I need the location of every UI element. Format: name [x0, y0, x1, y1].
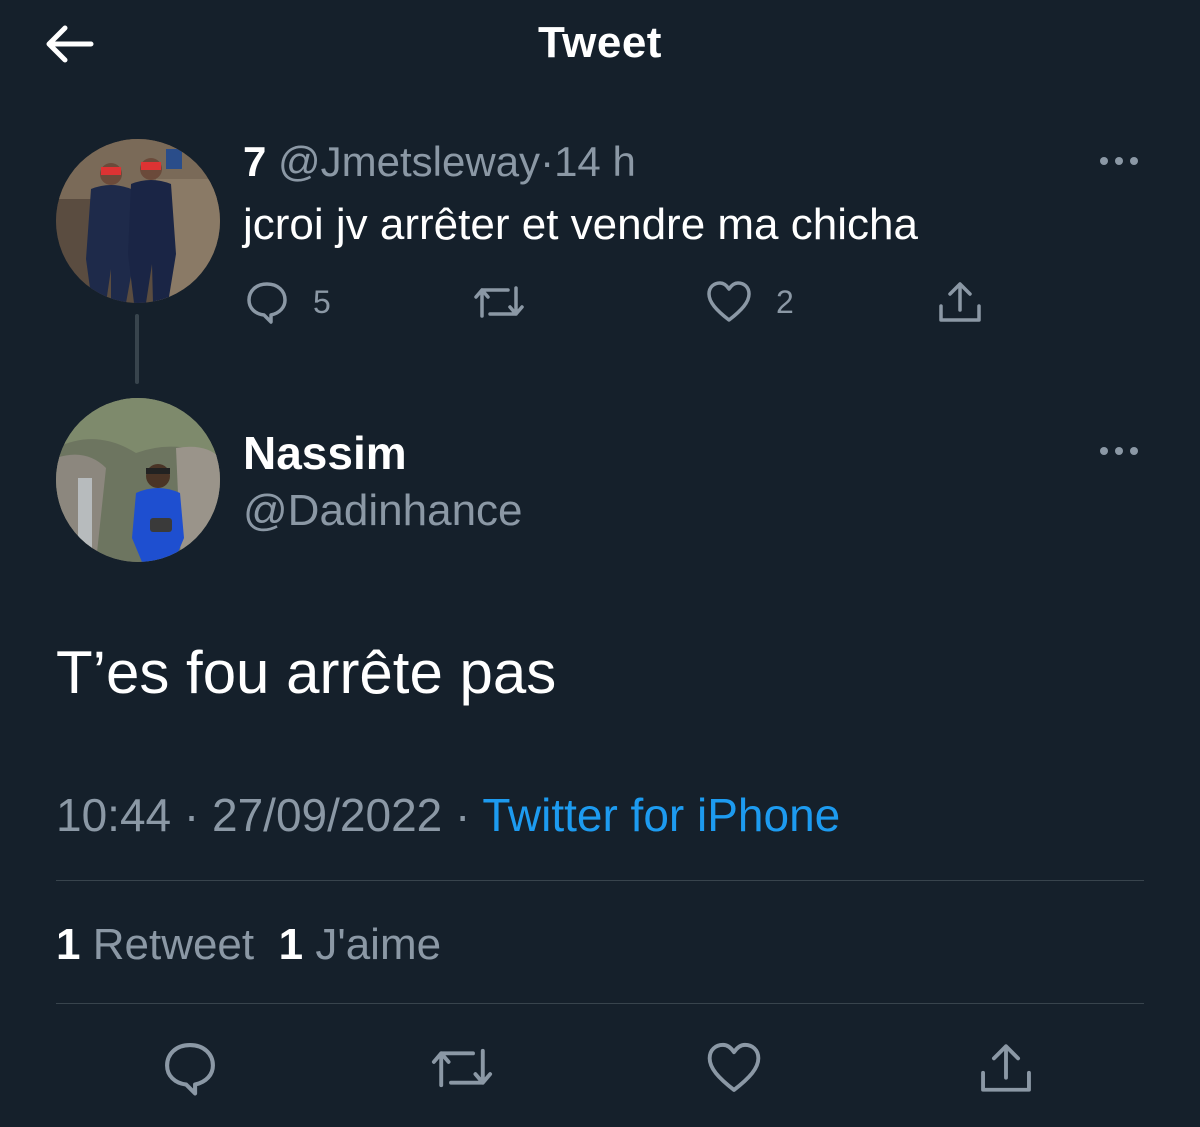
likes-count: 1: [278, 920, 304, 969]
divider: [56, 880, 1144, 881]
share-upload-icon: [981, 1044, 1031, 1092]
retweet-button[interactable]: [427, 1033, 497, 1103]
reply-display-name[interactable]: Nassim: [243, 426, 407, 480]
parent-separator: ·: [540, 138, 555, 185]
parent-retweet-button[interactable]: [472, 280, 526, 324]
engagement-stats: 1 Retweet 1 J'aime: [56, 920, 441, 970]
parent-reply-button[interactable]: 5: [245, 280, 331, 324]
retweets-count: 1: [56, 920, 81, 969]
tweet-time: 10:44: [56, 789, 172, 841]
reply-tweet-text: T’es fou arrête pas: [56, 639, 557, 706]
reply-button[interactable]: [155, 1033, 225, 1103]
meta-separator: ·: [455, 789, 471, 841]
like-button[interactable]: [699, 1033, 769, 1103]
share-button[interactable]: [971, 1033, 1041, 1103]
tweet-meta-line: 10:44 · 27/09/2022 · Twitter for iPhone: [56, 788, 840, 842]
parent-like-count: 2: [776, 283, 794, 320]
thread-connector-line: [135, 314, 139, 384]
avatar-image: [56, 139, 220, 303]
parent-display-name[interactable]: 7: [243, 138, 266, 185]
more-horizontal-icon: [1100, 157, 1138, 165]
speech-bubble-icon: [247, 282, 287, 324]
parent-like-button[interactable]: 2: [706, 280, 794, 324]
parent-handle[interactable]: @Jmetsleway: [278, 138, 540, 185]
parent-more-button[interactable]: [1095, 146, 1143, 176]
tweet-date: 27/09/2022: [212, 789, 443, 841]
parent-tweet-header: 7 @Jmetsleway·14 h: [243, 138, 636, 186]
parent-reply-count: 5: [313, 283, 331, 320]
likes-label: J'aime: [315, 920, 442, 969]
heart-icon: [707, 1042, 761, 1092]
heart-icon: [707, 281, 751, 322]
retweet-icon: [431, 1048, 493, 1088]
retweets-stat[interactable]: 1 Retweet: [56, 920, 254, 969]
more-horizontal-icon: [1100, 447, 1138, 455]
reply-handle[interactable]: @Dadinhance: [243, 486, 523, 536]
avatar-image: [56, 398, 220, 562]
meta-separator: ·: [183, 789, 200, 841]
likes-stat[interactable]: 1 J'aime: [279, 920, 442, 969]
share-upload-icon: [939, 282, 981, 322]
parent-share-button[interactable]: [936, 278, 984, 326]
divider: [56, 1003, 1144, 1004]
avatar-jmetsleway[interactable]: [56, 139, 220, 303]
retweets-label: Retweet: [92, 920, 255, 969]
page-title: Tweet: [538, 18, 662, 67]
speech-bubble-icon: [165, 1043, 215, 1096]
tweet-source-link[interactable]: Twitter for iPhone: [482, 789, 840, 841]
avatar-dadinhance[interactable]: [56, 398, 220, 562]
reply-more-button[interactable]: [1095, 436, 1143, 466]
retweet-icon: [474, 286, 524, 318]
parent-tweet-text: jcroi jv arrêter et vendre ma chicha: [243, 200, 918, 249]
parent-time-ago[interactable]: 14 h: [554, 138, 636, 185]
